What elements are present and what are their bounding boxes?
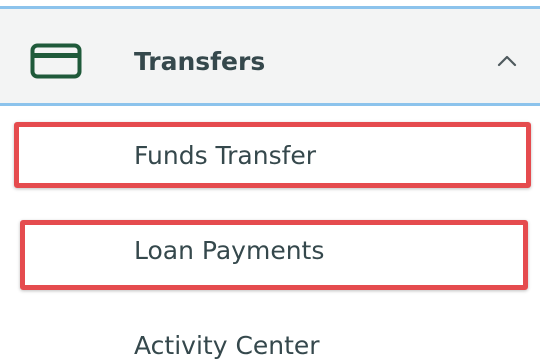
- activity-center-label: Activity Center: [134, 331, 320, 360]
- funds-transfer-label: Funds Transfer: [134, 141, 317, 170]
- chevron-up-icon[interactable]: [496, 53, 518, 69]
- transfers-section-header[interactable]: Transfers: [0, 6, 540, 106]
- transfers-menu: Transfers Funds Transfer Loan Payments A…: [0, 0, 540, 364]
- menu-item-activity-center[interactable]: Activity Center: [0, 312, 540, 364]
- transfers-section-label: Transfers: [134, 47, 266, 76]
- credit-card-icon: [30, 43, 82, 79]
- menu-item-loan-payments[interactable]: Loan Payments: [0, 216, 540, 286]
- loan-payments-label: Loan Payments: [134, 236, 325, 265]
- menu-item-funds-transfer[interactable]: Funds Transfer: [0, 120, 540, 190]
